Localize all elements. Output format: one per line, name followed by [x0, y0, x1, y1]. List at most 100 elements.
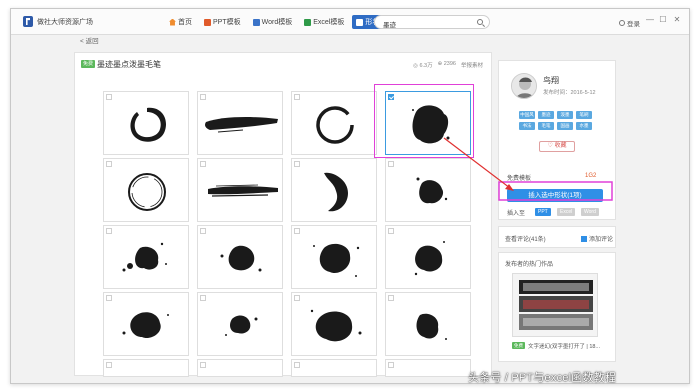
shape-tile-splash-8[interactable]: [385, 292, 471, 356]
author-card: 鸟翔 发布时间：2016-5-12 中国风 墨迹 泼墨 笔刷 书法 毛笔 国画 …: [498, 60, 616, 220]
insert-option-word[interactable]: Word: [581, 208, 599, 216]
search-input[interactable]: 墨迹: [374, 15, 490, 29]
author-name[interactable]: 鸟翔: [543, 75, 559, 86]
nav-ppt[interactable]: PPT模板: [200, 15, 245, 29]
nav-word-label: Word模板: [261, 19, 293, 26]
selected-tile-highlight: [374, 84, 474, 158]
insert-to-label: 插入至: [507, 211, 526, 217]
price-value: 1G2: [585, 173, 597, 179]
search-value: 墨迹: [383, 22, 396, 29]
ink-splash: [414, 241, 445, 276]
maximize-button[interactable]: ☐: [659, 16, 667, 24]
views-count: ◎ 6.3万: [413, 63, 433, 69]
login-label: 登录: [627, 21, 640, 28]
shape-tile-thin-ring[interactable]: [103, 158, 189, 222]
ink-thin-ring: [128, 173, 166, 211]
popular-work-name[interactable]: 文字迷幻(双字墨打开了 | 18...: [528, 342, 600, 350]
tag-item[interactable]: 书法: [519, 122, 535, 130]
add-comment-label: 添加评论: [589, 237, 614, 243]
search-icon[interactable]: [477, 19, 483, 25]
watermark-text: 头条号 / PPT与excel函数教程: [468, 372, 617, 384]
tag-item[interactable]: 泼墨: [557, 111, 573, 119]
portrait-icon: [512, 74, 536, 98]
tag-item[interactable]: 水墨: [576, 122, 592, 130]
shape-tile-splash-7[interactable]: [291, 292, 377, 356]
insert-option-excel[interactable]: Excel: [557, 208, 576, 216]
side-panel: 鸟翔 发布时间：2016-5-12 中国风 墨迹 泼墨 笔刷 书法 毛笔 国画 …: [498, 60, 616, 376]
tile-checkbox[interactable]: [200, 362, 206, 368]
nav-excel[interactable]: Excel模板: [300, 15, 348, 29]
ink-splash: [122, 312, 169, 339]
shape-tile-splat[interactable]: [385, 158, 471, 222]
shape-tile-splash-1[interactable]: [103, 225, 189, 289]
tag-item[interactable]: 国画: [557, 122, 573, 130]
shape-tile-circle[interactable]: [291, 91, 377, 155]
tag-item[interactable]: 笔刷: [576, 111, 592, 119]
insert-selected-button[interactable]: 插入选中形状(1项): [507, 189, 603, 202]
add-comment-button[interactable]: 添加评论: [581, 234, 613, 243]
minimize-button[interactable]: —: [646, 16, 654, 24]
ppt-icon: [204, 18, 211, 26]
top-bar: 做社大师资源广场 首页 PPT模板 Word模板 Excel模板 形状 墨迹 登…: [11, 9, 689, 35]
shape-tile-dry-stroke[interactable]: [197, 158, 283, 222]
nav-home[interactable]: 首页: [165, 15, 196, 29]
text-effect-image: [513, 274, 597, 336]
ink-splat: [416, 177, 448, 204]
home-icon: [169, 18, 176, 26]
tag-item[interactable]: 毛笔: [538, 122, 554, 130]
nav-excel-label: Excel模板: [313, 19, 345, 26]
shape-tile-partial[interactable]: [385, 359, 471, 377]
ink-splash: [313, 243, 360, 277]
shape-icon: [356, 18, 364, 26]
ink-ring-brush: [130, 107, 167, 142]
publish-date: 发布时间：2016-5-12: [543, 90, 596, 96]
shape-tile-splash-2[interactable]: [197, 225, 283, 289]
collect-button[interactable]: ♡ 收藏: [539, 141, 575, 152]
nav-ppt-label: PPT模板: [213, 19, 241, 26]
popular-work-badge: 免费: [512, 342, 525, 349]
reviews-card: 查看评论(41条) 添加评论: [498, 226, 616, 248]
price-label: 免费模板: [507, 176, 532, 182]
ink-splash: [122, 242, 167, 272]
shape-tile-partial[interactable]: [103, 359, 189, 377]
login-button[interactable]: 登录: [619, 18, 640, 28]
views-value: 6.3万: [419, 63, 433, 69]
popular-work-thumbnail[interactable]: [512, 273, 598, 337]
shape-tile-stroke[interactable]: [197, 91, 283, 155]
shape-tile-splash-3[interactable]: [291, 225, 377, 289]
tag-item[interactable]: 墨迹: [538, 111, 554, 119]
uses-count: ⊕ 2396: [437, 61, 456, 67]
app-title: 做社大师资源广场: [37, 19, 93, 26]
shape-tile-partial[interactable]: [291, 359, 377, 377]
shape-tile-ring[interactable]: [103, 91, 189, 155]
shape-tile-splash-6[interactable]: [197, 292, 283, 356]
tile-checkbox[interactable]: [294, 362, 300, 368]
nav-word[interactable]: Word模板: [249, 15, 297, 29]
back-link[interactable]: < 返回: [80, 35, 99, 45]
app-logo: [23, 16, 33, 27]
tag-item[interactable]: 中国风: [519, 111, 535, 119]
uses-value: 2396: [443, 61, 456, 67]
word-icon: [252, 18, 260, 26]
shape-tile-partial[interactable]: [197, 359, 283, 377]
tag-list: 中国风 墨迹 泼墨 笔刷 书法 毛笔 国画 水墨: [519, 111, 601, 130]
ink-splash: [310, 309, 362, 342]
report-link[interactable]: 举报素材: [461, 61, 483, 69]
nav-home-label: 首页: [178, 19, 192, 26]
ink-dry-stroke: [208, 184, 278, 197]
excel-icon: [304, 18, 312, 26]
shape-tile-splash-4[interactable]: [385, 225, 471, 289]
close-button[interactable]: ✕: [673, 16, 681, 24]
avatar[interactable]: [511, 73, 537, 99]
free-badge: 免费: [81, 60, 96, 68]
shape-tile-swirl[interactable]: [291, 158, 377, 222]
resource-stats: ◎ 6.3万 ⊕ 2396 举报素材: [413, 61, 483, 69]
reviews-link[interactable]: 查看评论(41条): [505, 234, 546, 243]
ink-splash: [225, 315, 258, 336]
insert-option-ppt[interactable]: PPT: [535, 208, 551, 216]
user-icon: [619, 20, 625, 26]
shape-tile-splash-5[interactable]: [103, 292, 189, 356]
ink-swirl: [324, 172, 348, 212]
tile-checkbox[interactable]: [106, 362, 112, 368]
tile-checkbox[interactable]: [388, 362, 394, 368]
